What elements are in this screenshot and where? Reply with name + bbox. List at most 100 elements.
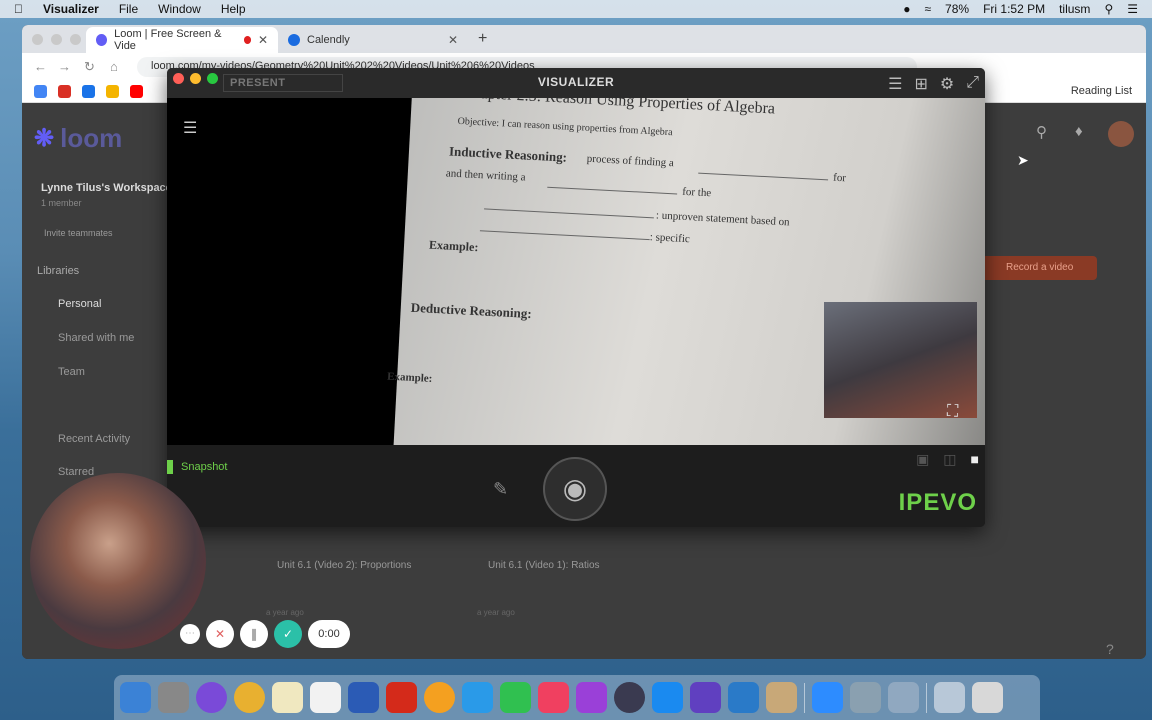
snapshot-mode[interactable]: Snapshot: [167, 460, 227, 474]
time-machine-icon[interactable]: [614, 682, 645, 713]
nav-personal[interactable]: Personal: [58, 298, 101, 310]
acrobat-icon[interactable]: [386, 682, 417, 713]
reading-list[interactable]: Reading List: [1071, 85, 1132, 97]
webcam-pip[interactable]: [824, 302, 977, 418]
battery-text[interactable]: 78%: [945, 2, 969, 16]
visualizer-controls: Snapshot ✎ ◉ ▣ ◫ ■ IPEVO: [167, 445, 985, 527]
home-icon[interactable]: ⌂: [110, 59, 118, 74]
visualizer-title: VISUALIZER: [537, 75, 615, 89]
list-menu-icon[interactable]: ☰: [888, 74, 902, 94]
trash-icon[interactable]: [972, 682, 1003, 713]
zoom-icon[interactable]: [812, 682, 843, 713]
menu-app-name[interactable]: Visualizer: [43, 2, 99, 16]
video-card-title[interactable]: Unit 6.1 (Video 1): Ratios: [488, 560, 600, 571]
menu-help[interactable]: Help: [221, 2, 246, 16]
layout-pip-icon[interactable]: ■: [971, 451, 979, 468]
calendar-bookmark-icon[interactable]: [82, 85, 95, 98]
nav-recent-activity[interactable]: Recent Activity: [58, 433, 130, 445]
video-card-title[interactable]: Unit 6.1 (Video 2): Proportions: [277, 560, 411, 571]
annotate-pen-icon[interactable]: ✎: [493, 479, 508, 500]
minimize-window-button[interactable]: [51, 34, 62, 45]
nav-starred[interactable]: Starred: [58, 466, 94, 478]
photos-icon[interactable]: [424, 682, 455, 713]
snapshot-indicator: [167, 460, 173, 474]
clock[interactable]: Fri 1:52 PM: [983, 2, 1045, 16]
capture-camera-button[interactable]: ◉: [543, 457, 607, 521]
add-icon[interactable]: ⊞: [914, 74, 927, 94]
fullscreen-icon[interactable]: ⤢: [966, 74, 979, 94]
libraries-heading: Libraries: [37, 265, 80, 277]
new-tab-icon[interactable]: +: [478, 30, 487, 48]
user-avatar[interactable]: [1108, 121, 1134, 147]
menu-window[interactable]: Window: [158, 2, 201, 16]
imovie-icon[interactable]: [690, 682, 721, 713]
facetime-icon[interactable]: [500, 682, 531, 713]
youtube-bookmark-icon[interactable]: [130, 85, 143, 98]
finder-icon[interactable]: [120, 682, 151, 713]
finish-recording-button[interactable]: ✓: [274, 620, 302, 648]
forward-icon[interactable]: →: [58, 59, 71, 74]
zoom-window-button[interactable]: [70, 34, 81, 45]
system-preferences-icon[interactable]: [158, 682, 189, 713]
sidebar-menu-icon[interactable]: ☰: [183, 118, 197, 138]
close-tab-icon[interactable]: ✕: [258, 33, 268, 47]
preview-icon[interactable]: [888, 682, 919, 713]
chrome-icon[interactable]: [234, 682, 265, 713]
record-video-button[interactable]: Record a video: [980, 256, 1097, 280]
close-tab-icon[interactable]: ✕: [448, 33, 458, 47]
window-controls: [32, 34, 81, 45]
cancel-recording-button[interactable]: ✕: [206, 620, 234, 648]
settings-gear-icon[interactable]: ⚙: [940, 74, 954, 94]
layout-overlay-icon[interactable]: ▣: [916, 451, 929, 468]
calendly-favicon-icon: [288, 34, 300, 46]
google-bookmark-icon[interactable]: [34, 85, 47, 98]
workspace-members: 1 member: [41, 198, 82, 208]
microphone-icon[interactable]: ●: [903, 2, 910, 16]
word-icon[interactable]: [348, 682, 379, 713]
tab-loom[interactable]: Loom | Free Screen & Vide ✕: [86, 27, 278, 53]
podcasts-icon[interactable]: [576, 682, 607, 713]
workspace-name[interactable]: Lynne Tilus's Workspace: [41, 182, 172, 194]
downloads-icon[interactable]: [934, 682, 965, 713]
drive-bookmark-icon[interactable]: [106, 85, 119, 98]
gmail-bookmark-icon[interactable]: [58, 85, 71, 98]
user-name[interactable]: tilusm: [1059, 2, 1090, 16]
search-icon[interactable]: ⚲: [1036, 123, 1047, 141]
apple-icon[interactable]: : [14, 2, 23, 16]
help-button[interactable]: ?: [1106, 641, 1114, 657]
bullet-counterexample: : specific: [649, 231, 691, 246]
app-store-icon[interactable]: [652, 682, 683, 713]
more-options-button[interactable]: ⋯: [180, 624, 200, 644]
nav-shared-with-me[interactable]: Shared with me: [58, 332, 134, 344]
back-icon[interactable]: ←: [34, 59, 47, 74]
utility-icon[interactable]: [850, 682, 881, 713]
camera-icon: ◉: [562, 473, 588, 504]
notifications-icon[interactable]: ♦: [1075, 123, 1083, 140]
objective-label: Objective:: [457, 115, 500, 130]
visualizer-window: PRESENT VISUALIZER ☰ ⊞ ⚙ ⤢ Chapter 2.5: …: [167, 68, 985, 527]
music-icon[interactable]: [538, 682, 569, 713]
dock-separator: [804, 682, 805, 713]
nav-team[interactable]: Team: [58, 366, 85, 378]
quicktime-icon[interactable]: [728, 682, 759, 713]
worksheet-objective: Objective: I can reason using properties…: [457, 116, 672, 138]
close-window-button[interactable]: [32, 34, 43, 45]
autofocus-icon[interactable]: ⛶: [947, 403, 958, 421]
reload-icon[interactable]: ↻: [84, 59, 95, 75]
menu-file[interactable]: File: [119, 2, 138, 16]
messages-icon[interactable]: [462, 682, 493, 713]
wifi-icon[interactable]: ≈: [924, 2, 931, 16]
loom-logo[interactable]: ❋ loom: [34, 123, 122, 154]
pause-recording-button[interactable]: ❚: [240, 620, 268, 648]
spotlight-icon[interactable]: ⚲: [1104, 2, 1113, 16]
calculator-icon[interactable]: [766, 682, 797, 713]
video-card-date: a year ago: [477, 608, 515, 617]
control-center-icon[interactable]: ☰: [1127, 2, 1138, 16]
invite-teammates-link[interactable]: Invite teammates: [44, 228, 113, 238]
reminders-icon[interactable]: [310, 682, 341, 713]
siri-icon[interactable]: [196, 682, 227, 713]
layout-split-icon[interactable]: ◫: [943, 451, 956, 468]
notes-icon[interactable]: [272, 682, 303, 713]
loom-favicon-icon: [96, 34, 108, 46]
tab-calendly[interactable]: Calendly ✕: [278, 27, 468, 53]
